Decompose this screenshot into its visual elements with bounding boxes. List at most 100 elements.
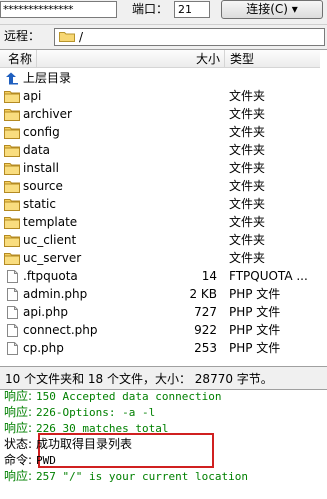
log-message: PWD	[36, 454, 56, 467]
folder-icon	[4, 180, 20, 193]
column-name[interactable]: 名称	[8, 52, 32, 66]
log-label: 命令:	[4, 453, 33, 467]
status-text: 10 个文件夹和 18 个文件，大小： 28770 字节。	[5, 372, 273, 386]
file-name: uc_client	[23, 233, 77, 247]
file-row[interactable]: config 文件夹	[0, 123, 320, 141]
file-rows: 上层目录 api 文件夹 archiver 文件夹 config 文件夹 data 文件夹 ins…	[0, 69, 320, 357]
file-row[interactable]: api.php 727 PHP 文件	[0, 303, 320, 321]
folder-icon	[4, 216, 20, 229]
remote-path-bar: 远程： /	[0, 24, 327, 48]
log-label: 响应:	[4, 469, 33, 483]
log-message: 150 Accepted data connection	[36, 390, 222, 403]
up-arrow-icon	[4, 72, 20, 85]
file-row[interactable]: source 文件夹	[0, 177, 320, 195]
file-size: 727	[194, 305, 217, 319]
password-field[interactable]: **************	[0, 1, 117, 18]
remote-path-text: /	[79, 30, 84, 44]
file-row[interactable]: install 文件夹	[0, 159, 320, 177]
folder-icon	[59, 32, 75, 42]
file-type: FTPQUOTA ...	[229, 269, 308, 283]
file-row[interactable]: template 文件夹	[0, 213, 320, 231]
port-label: 端口：	[132, 2, 169, 16]
file-row[interactable]: 上层目录	[0, 69, 320, 87]
log-message: 226-Options: -a -l	[36, 406, 156, 419]
file-name: .ftpquota	[23, 269, 78, 283]
remote-label: 远程：	[4, 29, 41, 43]
file-name: cp.php	[23, 341, 64, 355]
file-name: 上层目录	[23, 71, 72, 85]
file-icon	[4, 342, 20, 355]
log-entry: 响应: 257 "/" is your current location	[4, 467, 248, 485]
file-size: 2 KB	[189, 287, 217, 301]
file-icon	[4, 288, 20, 301]
file-type: PHP 文件	[229, 323, 281, 337]
file-name: data	[23, 143, 51, 157]
file-name: static	[23, 197, 56, 211]
file-type: 文件夹	[229, 107, 266, 121]
file-icon	[4, 306, 20, 319]
connect-button[interactable]: 连接(C) ▾	[221, 0, 323, 19]
file-name: source	[23, 179, 63, 193]
file-row[interactable]: admin.php 2 KB PHP 文件	[0, 285, 320, 303]
file-row[interactable]: uc_client 文件夹	[0, 231, 320, 249]
file-type: 文件夹	[229, 197, 266, 211]
column-type[interactable]: 类型	[230, 52, 254, 66]
file-icon	[4, 270, 20, 283]
file-row[interactable]: static 文件夹	[0, 195, 320, 213]
log-message: 257 "/" is your current location	[36, 470, 248, 483]
column-size[interactable]: 大小	[196, 52, 220, 66]
message-log[interactable]: 响应: 150 Accepted data connection 响应: 226-Op…	[0, 390, 327, 499]
folder-icon	[4, 90, 20, 103]
file-name: uc_server	[23, 251, 82, 265]
file-row[interactable]: uc_server 文件夹	[0, 249, 320, 267]
file-name: api.php	[23, 305, 68, 319]
folder-icon	[4, 144, 20, 157]
log-label: 响应:	[4, 421, 33, 435]
file-type: 文件夹	[229, 251, 266, 265]
folder-icon	[4, 162, 20, 175]
folder-icon	[4, 252, 20, 265]
file-type: PHP 文件	[229, 341, 281, 355]
remote-path-input[interactable]: /	[54, 28, 325, 46]
file-row[interactable]: connect.php 922 PHP 文件	[0, 321, 320, 339]
remote-file-list[interactable]: 名称 大小 类型 上层目录 api 文件夹 archiver 文件夹 config 文件夹 d…	[0, 49, 327, 366]
file-type: PHP 文件	[229, 287, 281, 301]
file-size: 922	[194, 323, 217, 337]
file-type: 文件夹	[229, 161, 266, 175]
file-type: 文件夹	[229, 179, 266, 193]
file-name: archiver	[23, 107, 72, 121]
file-type: 文件夹	[229, 143, 266, 157]
folder-icon	[4, 108, 20, 121]
file-type: PHP 文件	[229, 305, 281, 319]
file-row[interactable]: .ftpquota 14 FTPQUOTA ...	[0, 267, 320, 285]
file-type: 文件夹	[229, 233, 266, 247]
folder-icon	[4, 126, 20, 139]
file-row[interactable]: api 文件夹	[0, 87, 320, 105]
status-bar: 10 个文件夹和 18 个文件，大小： 28770 字节。	[0, 366, 327, 390]
file-icon	[4, 324, 20, 337]
log-label: 响应:	[4, 405, 33, 419]
list-header: 名称 大小 类型	[0, 50, 320, 68]
log-label: 状态:	[4, 437, 33, 451]
file-name: install	[23, 161, 59, 175]
folder-icon	[4, 198, 20, 211]
file-type: 文件夹	[229, 89, 266, 103]
log-label: 响应:	[4, 390, 33, 403]
folder-icon	[4, 234, 20, 247]
log-message: 226 30 matches total	[36, 422, 169, 435]
file-size: 253	[194, 341, 217, 355]
file-name: connect.php	[23, 323, 98, 337]
file-row[interactable]: archiver 文件夹	[0, 105, 320, 123]
file-size: 14	[201, 269, 217, 283]
file-name: admin.php	[23, 287, 88, 301]
file-name: api	[23, 89, 42, 103]
file-name: config	[23, 125, 60, 139]
connection-bar: ************** 端口： 21 连接(C) ▾	[0, 0, 327, 22]
file-type: 文件夹	[229, 215, 266, 229]
file-row[interactable]: cp.php 253 PHP 文件	[0, 339, 320, 357]
log-message: 成功取得目录列表	[36, 437, 133, 451]
file-name: template	[23, 215, 78, 229]
file-row[interactable]: data 文件夹	[0, 141, 320, 159]
port-input[interactable]: 21	[174, 1, 210, 18]
file-type: 文件夹	[229, 125, 266, 139]
